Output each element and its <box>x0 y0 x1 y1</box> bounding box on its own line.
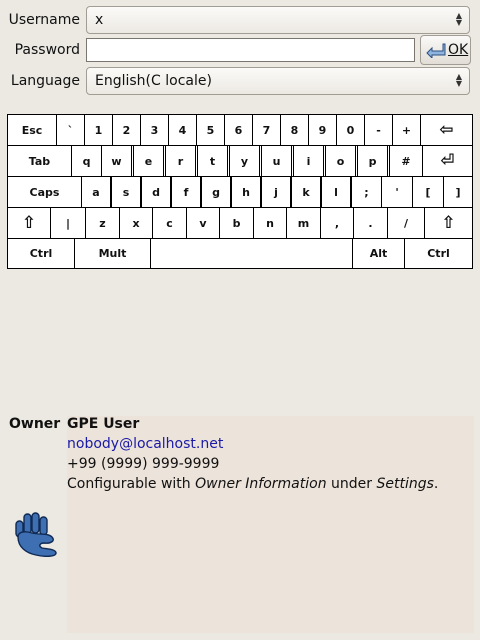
owner-panel: GPE User nobody@localhost.net +99 (9999)… <box>67 416 474 633</box>
key-s[interactable]: s <box>111 176 141 208</box>
key-semicolon[interactable]: ; <box>351 176 382 208</box>
key-caps[interactable]: Caps <box>7 176 82 208</box>
key-minus[interactable]: - <box>364 114 393 146</box>
key-pipe[interactable]: | <box>50 207 86 239</box>
key-t[interactable]: t <box>197 145 228 177</box>
language-value: English(C locale) <box>95 73 212 89</box>
key-0[interactable]: 0 <box>336 114 365 146</box>
key-c[interactable]: c <box>152 207 187 239</box>
key-5[interactable]: 5 <box>196 114 225 146</box>
key-comma[interactable]: , <box>320 207 354 239</box>
key-e[interactable]: e <box>133 145 164 177</box>
key-g[interactable]: g <box>201 176 231 208</box>
owner-info-mid: under <box>326 476 377 492</box>
key-v[interactable]: v <box>186 207 220 239</box>
key-r[interactable]: r <box>165 145 196 177</box>
combo-arrows-icon: ▲ ▼ <box>455 11 463 27</box>
owner-info-em2: Settings <box>376 476 434 492</box>
key-plus[interactable]: + <box>392 114 421 146</box>
key-lbracket[interactable]: [ <box>412 176 444 208</box>
key-alt[interactable]: Alt <box>352 238 405 269</box>
key-q[interactable]: q <box>71 145 102 177</box>
owner-info-prefix: Configurable with <box>67 476 196 492</box>
key-esc[interactable]: Esc <box>7 114 57 146</box>
key-n[interactable]: n <box>253 207 287 239</box>
key-6[interactable]: 6 <box>224 114 253 146</box>
key-f[interactable]: f <box>171 176 201 208</box>
owner-phone: +99 (9999) 999-9999 <box>67 456 220 472</box>
key-9[interactable]: 9 <box>308 114 337 146</box>
key-shift-right[interactable]: ⇧ <box>424 207 473 239</box>
key-w[interactable]: w <box>101 145 132 177</box>
key-enter[interactable]: ⏎ <box>422 145 473 177</box>
key-2[interactable]: 2 <box>112 114 141 146</box>
owner-email: nobody@localhost.net <box>67 436 224 452</box>
key-tab[interactable]: Tab <box>7 145 72 177</box>
ok-button[interactable]: OK <box>420 35 471 65</box>
key-quote[interactable]: ' <box>381 176 413 208</box>
key-7[interactable]: 7 <box>252 114 281 146</box>
owner-info-em1: Owner Information <box>195 476 327 492</box>
owner-info-text: Configurable with Owner Information unde… <box>67 476 467 493</box>
username-value: x <box>95 12 104 28</box>
key-space[interactable] <box>150 238 353 269</box>
key-period[interactable]: . <box>353 207 388 239</box>
key-hash[interactable]: # <box>389 145 423 177</box>
key-a[interactable]: a <box>81 176 111 208</box>
key-u[interactable]: u <box>261 145 292 177</box>
key-shift-left[interactable]: ⇧ <box>7 207 51 239</box>
owner-name: GPE User <box>67 416 140 432</box>
key-b[interactable]: b <box>219 207 254 239</box>
key-p[interactable]: p <box>357 145 388 177</box>
key-slash[interactable]: / <box>387 207 425 239</box>
key-1[interactable]: 1 <box>84 114 113 146</box>
ok-label: OK <box>448 42 469 58</box>
key-mult[interactable]: Mult <box>74 238 151 269</box>
password-label: Password <box>14 42 80 58</box>
key-3[interactable]: 3 <box>140 114 169 146</box>
key-8[interactable]: 8 <box>280 114 309 146</box>
key-o[interactable]: o <box>325 145 356 177</box>
key-ctrl-left[interactable]: Ctrl <box>7 238 75 269</box>
enter-arrow-icon <box>426 43 446 58</box>
key-d[interactable]: d <box>141 176 171 208</box>
combo-arrows-icon: ▲ ▼ <box>455 72 463 88</box>
key-l[interactable]: l <box>321 176 351 208</box>
key-h[interactable]: h <box>231 176 261 208</box>
username-combo[interactable]: x ▲ ▼ <box>86 6 470 34</box>
key-k[interactable]: k <box>291 176 321 208</box>
key-rbracket[interactable]: ] <box>443 176 473 208</box>
key-ctrl-right[interactable]: Ctrl <box>404 238 473 269</box>
key-z[interactable]: z <box>85 207 120 239</box>
gpe-paw-logo <box>15 512 57 557</box>
language-combo[interactable]: English(C locale) ▲ ▼ <box>86 67 470 95</box>
key-4[interactable]: 4 <box>168 114 197 146</box>
onscreen-keyboard: Esc ` 1 2 3 4 5 6 7 8 9 0 - + ⇦ Tab q w … <box>7 114 473 269</box>
owner-label: Owner <box>9 416 61 432</box>
username-label: Username <box>8 12 80 28</box>
key-x[interactable]: x <box>119 207 153 239</box>
key-m[interactable]: m <box>286 207 321 239</box>
key-backtick[interactable]: ` <box>56 114 85 146</box>
key-backspace[interactable]: ⇦ <box>420 114 473 146</box>
owner-info-suffix: . <box>433 476 439 492</box>
password-field[interactable] <box>86 38 415 62</box>
key-i[interactable]: i <box>293 145 324 177</box>
language-label: Language <box>10 73 80 89</box>
key-j[interactable]: j <box>261 176 291 208</box>
key-y[interactable]: y <box>229 145 260 177</box>
